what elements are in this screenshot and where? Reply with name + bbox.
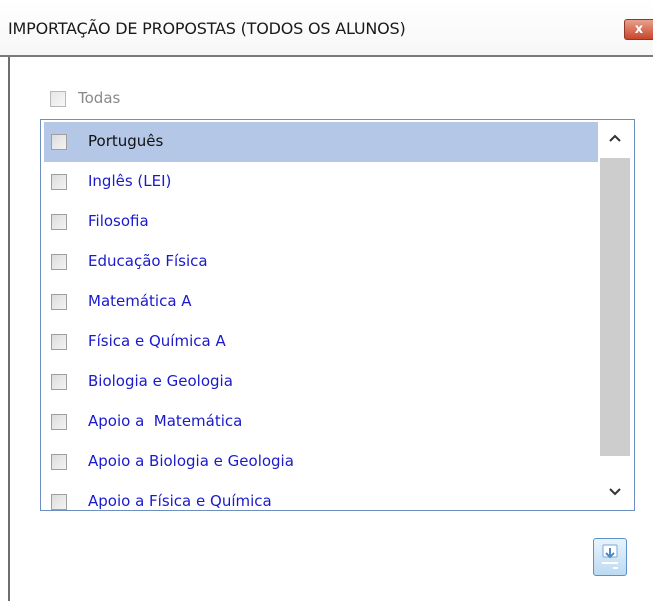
chevron-down-icon (609, 488, 621, 496)
list-item[interactable]: Português (44, 122, 598, 162)
list-item-checkbox[interactable] (51, 334, 67, 350)
close-icon: x (634, 22, 644, 37)
list-item-label: Inglês (LEI) (88, 172, 172, 190)
list-item-checkbox[interactable] (51, 254, 67, 270)
title-bar: IMPORTAÇÃO DE PROPOSTAS (TODOS OS ALUNOS… (0, 0, 653, 57)
list-item-checkbox[interactable] (51, 214, 67, 230)
list-item-label: Matemática A (88, 292, 192, 310)
list-item-checkbox[interactable] (51, 414, 67, 430)
list-item[interactable]: Apoio a Biologia e Geologia (44, 442, 598, 482)
list-item-label: Apoio a Física e Química (88, 492, 272, 510)
list-item[interactable]: Apoio a Física e Química (44, 482, 598, 510)
download-icon (602, 544, 618, 569)
list-item-checkbox[interactable] (51, 174, 67, 190)
list-item-label: Português (88, 132, 164, 150)
list-item[interactable]: Biologia e Geologia (44, 362, 598, 402)
select-all-label: Todas (78, 89, 121, 107)
list-item-label: Apoio a Matemática (88, 412, 243, 430)
list-item[interactable]: Física e Química A (44, 322, 598, 362)
list-item-checkbox[interactable] (51, 134, 67, 150)
list-item-label: Educação Física (88, 252, 208, 270)
list-item-label: Biologia e Geologia (88, 372, 233, 390)
list-item[interactable]: Matemática A (44, 282, 598, 322)
list-item[interactable]: Inglês (LEI) (44, 162, 598, 202)
vertical-scrollbar[interactable] (599, 122, 631, 508)
list-item-checkbox[interactable] (51, 494, 67, 510)
close-button[interactable]: x (624, 19, 653, 40)
subjects-list[interactable]: Português Inglês (LEI) Filosofia Educaçã… (40, 119, 635, 511)
scroll-down-button[interactable] (599, 476, 631, 508)
list-item-checkbox[interactable] (51, 294, 67, 310)
scroll-up-button[interactable] (599, 122, 631, 154)
list-item-label: Apoio a Biologia e Geologia (88, 452, 294, 470)
window-title: IMPORTAÇÃO DE PROPOSTAS (TODOS OS ALUNOS… (8, 19, 406, 38)
list-item-checkbox[interactable] (51, 454, 67, 470)
list-item[interactable]: Filosofia (44, 202, 598, 242)
scroll-thumb[interactable] (600, 158, 630, 456)
list-item-checkbox[interactable] (51, 374, 67, 390)
chevron-up-icon (609, 134, 621, 142)
list-item-label: Filosofia (88, 212, 149, 230)
select-all-checkbox[interactable] (50, 91, 66, 107)
list-item[interactable]: Apoio a Matemática (44, 402, 598, 442)
list-item[interactable]: Educação Física (44, 242, 598, 282)
import-button[interactable] (593, 538, 627, 576)
list-item-label: Física e Química A (88, 332, 226, 350)
